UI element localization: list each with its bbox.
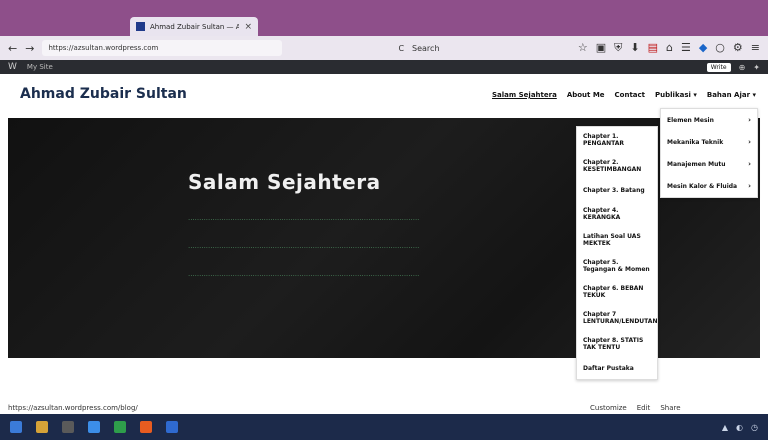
forward-button[interactable]: → [25, 42, 34, 55]
submenu-item-chapter-7[interactable]: Chapter 7 LENTURAN/LENDUTAN [577, 305, 657, 331]
dropdown-item-label: Elemen Mesin [667, 116, 714, 124]
submenu-item-chapter-2[interactable]: Chapter 2. KESETIMBANGAN [577, 153, 657, 179]
nav-about-me[interactable]: About Me [567, 91, 605, 99]
address-bar[interactable]: https://azsultan.wordpress.com [42, 40, 283, 56]
nav-salam-sejahtera[interactable]: Salam Sejahtera [492, 91, 557, 99]
wp-admin-bar: W My Site Write ⊕ ✦ [0, 60, 768, 74]
toolbar-icons: ☆ ▣ ⛨ ⬇ ▤ ⌂ ☰ ◆ ○ ⚙ ≡ [578, 41, 760, 55]
app-icon[interactable] [62, 421, 74, 433]
search-area[interactable]: C Search [398, 44, 439, 53]
reload-button[interactable]: C [398, 44, 404, 53]
sidebar-icon[interactable]: ☰ [681, 41, 691, 55]
hero-text-line-2: ........................................… [188, 242, 420, 250]
url-text: https://azsultan.wordpress.com [48, 44, 159, 52]
tab-close-icon[interactable]: × [244, 22, 252, 32]
network-icon[interactable]: ▲ [722, 423, 728, 432]
main-navigation: Salam Sejahtera About Me Contact Publika… [492, 91, 756, 99]
submenu-item-chapter-8[interactable]: Chapter 8. STATIS TAK TENTU [577, 331, 657, 357]
customize-link[interactable]: Customize [590, 404, 627, 412]
os-taskbar: ▲ ◐ ◷ [0, 414, 768, 440]
notification-icon[interactable]: ✦ [753, 63, 760, 72]
browser-tab-strip: Ahmad Zubair Sultan — Arts × [0, 0, 768, 36]
dropdown-item-mekanika-teknik[interactable]: Mekanika Teknik › [661, 131, 757, 153]
bahan-ajar-dropdown: Elemen Mesin › Mekanika Teknik › Manajem… [660, 108, 758, 198]
submenu-item-daftar-pustaka[interactable]: Daftar Pustaka [577, 357, 657, 379]
start-icon[interactable] [10, 421, 22, 433]
word-icon[interactable] [88, 421, 100, 433]
admin-bar-right: Write ⊕ ✦ [706, 62, 760, 72]
dropdown-item-mesin-kalor[interactable]: Mesin Kalor & Fluida › [661, 175, 757, 197]
site-header: Ahmad Zubair Sultan Salam Sejahtera Abou… [0, 74, 768, 118]
system-tray: ▲ ◐ ◷ [722, 423, 758, 432]
share-link[interactable]: Share [660, 404, 680, 412]
submenu-item-chapter-6[interactable]: Chapter 6. BEBAN TEKUK [577, 279, 657, 305]
account-icon[interactable]: ○ [715, 41, 725, 55]
nav-bahan-ajar[interactable]: Bahan Ajar ▾ [707, 91, 756, 99]
submenu-item-chapter-4[interactable]: Chapter 4. KERANGKA [577, 201, 657, 227]
download-icon[interactable]: ⬇ [630, 41, 639, 55]
nav-publikasi[interactable]: Publikasi ▾ [655, 91, 697, 99]
nav-contact[interactable]: Contact [615, 91, 646, 99]
tab-title: Ahmad Zubair Sultan — Arts [150, 22, 240, 31]
firefox-icon[interactable] [140, 421, 152, 433]
files-icon[interactable] [166, 421, 178, 433]
dropdown-item-elemen-mesin[interactable]: Elemen Mesin › [661, 109, 757, 131]
menu-icon[interactable]: ≡ [751, 41, 760, 55]
chevron-right-icon: › [748, 138, 751, 146]
chevron-right-icon: › [748, 116, 751, 124]
bookmark-star-icon[interactable]: ☆ [578, 41, 588, 55]
browser-toolbar: ← → https://azsultan.wordpress.com C Sea… [0, 36, 768, 60]
my-site-link[interactable]: My Site [27, 63, 53, 71]
library-icon[interactable]: ▤ [648, 41, 658, 55]
site-favicon-icon [136, 22, 145, 31]
write-button[interactable]: Write [706, 62, 731, 72]
mekanika-teknik-submenu: Chapter 1. PENGANTAR Chapter 2. KESETIMB… [576, 126, 658, 380]
bottom-action-bar: Customize Edit Share [590, 404, 681, 412]
hero-text-line-1: ........................................… [188, 214, 420, 222]
shield-icon[interactable]: ⛨ [614, 41, 622, 55]
clock-icon[interactable]: ◷ [751, 423, 758, 432]
dropdown-item-manajemen-mutu[interactable]: Manajemen Mutu › [661, 153, 757, 175]
explorer-icon[interactable] [36, 421, 48, 433]
extension-icon[interactable]: ◆ [699, 41, 707, 55]
dropdown-item-label: Mekanika Teknik [667, 138, 724, 146]
hero-title: Salam Sejahtera [188, 170, 381, 194]
site-title[interactable]: Ahmad Zubair Sultan [20, 86, 187, 102]
dropdown-item-label: Manajemen Mutu [667, 160, 726, 168]
chevron-right-icon: › [748, 182, 751, 190]
edit-link[interactable]: Edit [637, 404, 651, 412]
chrome-icon[interactable] [114, 421, 126, 433]
browser-tab[interactable]: Ahmad Zubair Sultan — Arts × [130, 17, 258, 36]
submenu-item-chapter-3[interactable]: Chapter 3. Batang [577, 179, 657, 201]
search-field[interactable]: Search [412, 44, 439, 53]
profile-icon[interactable]: ⊕ [739, 63, 746, 72]
settings-icon[interactable]: ⚙ [733, 41, 743, 55]
submenu-item-chapter-1[interactable]: Chapter 1. PENGANTAR [577, 127, 657, 153]
hero-text-line-3: ........................................… [188, 270, 420, 278]
reader-icon[interactable]: ▣ [596, 41, 606, 55]
submenu-item-chapter-5[interactable]: Chapter 5. Tegangan & Momen [577, 253, 657, 279]
volume-icon[interactable]: ◐ [736, 423, 743, 432]
back-button[interactable]: ← [8, 42, 17, 55]
home-icon[interactable]: ⌂ [666, 41, 673, 55]
dropdown-item-label: Mesin Kalor & Fluida [667, 182, 738, 190]
chevron-right-icon: › [748, 160, 751, 168]
wordpress-logo-icon[interactable]: W [8, 62, 17, 72]
status-bar-url: https://azsultan.wordpress.com/blog/ [8, 404, 138, 412]
submenu-item-latihan-soal[interactable]: Latihan Soal UAS MEKTEK [577, 227, 657, 253]
